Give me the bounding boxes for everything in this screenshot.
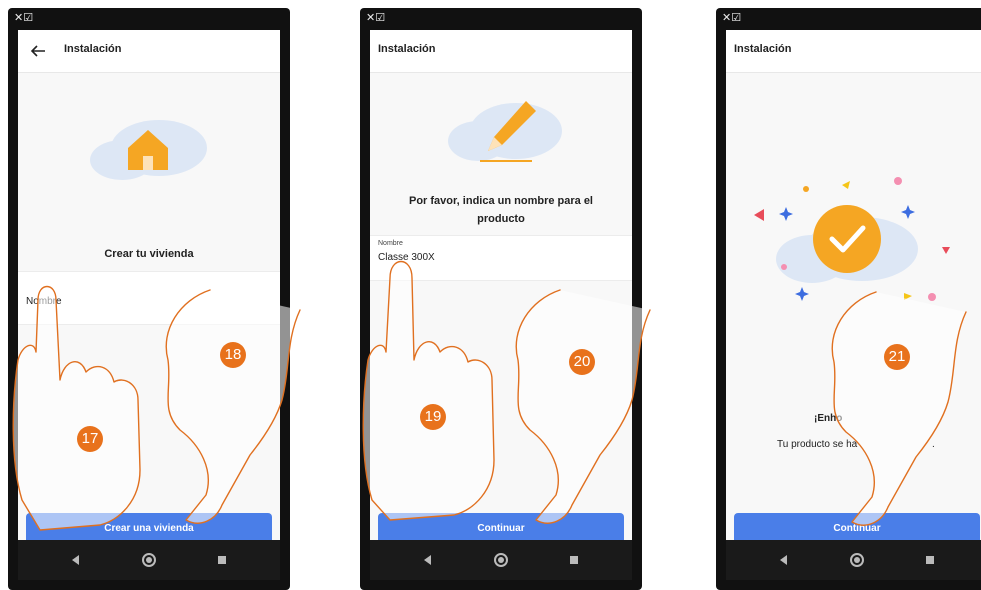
screen-body: Crear tu vivienda Nombre Crear una vivie… (18, 73, 280, 548)
home-circle-icon[interactable] (837, 540, 877, 580)
success-title: ¡Enho (814, 413, 843, 424)
back-triangle-icon[interactable] (408, 540, 448, 580)
android-nav-bar (726, 540, 981, 580)
name-field-label: Nombre (26, 296, 62, 307)
success-message-start: Tu producto se ha (777, 439, 858, 450)
phone-screen-1: ✕☑ Instalación Crear tu vivienda Nombre … (8, 8, 290, 590)
page-title: Instalación (64, 43, 122, 55)
status-icons: ✕☑ (722, 11, 742, 24)
back-triangle-icon[interactable] (764, 540, 804, 580)
step-badge: 17 (77, 426, 103, 452)
status-icons: ✕☑ (366, 11, 386, 24)
home-circle-icon[interactable] (129, 540, 169, 580)
app-screen: Instalación Crear tu vivienda Nombre Cre… (18, 30, 280, 548)
screen-body: Por favor, indica un nombre para el prod… (370, 73, 632, 548)
step-badge: 19 (420, 404, 446, 430)
status-bar: ✕☑ (360, 8, 642, 30)
app-header: Instalación (726, 30, 981, 73)
page-title: Instalación (378, 43, 436, 55)
android-nav-bar (18, 540, 280, 580)
success-confetti-illustration-icon (754, 177, 950, 301)
step-badge: 20 (569, 349, 595, 375)
phone-screen-2: ✕☑ Instalación Por favor, indica un nomb… (360, 8, 642, 590)
recents-square-icon[interactable] (554, 540, 594, 580)
page-title: Instalación (734, 43, 792, 55)
android-nav-bar (370, 540, 632, 580)
status-bar: ✕☑ (716, 8, 981, 30)
back-arrow-icon[interactable] (26, 39, 50, 63)
recents-square-icon[interactable] (202, 540, 242, 580)
back-triangle-icon[interactable] (56, 540, 96, 580)
pencil-illustration-icon (448, 101, 562, 162)
screen-heading-line2: producto (477, 213, 525, 225)
recents-square-icon[interactable] (910, 540, 950, 580)
house-illustration-icon (90, 120, 207, 180)
name-input-value: Classe 300X (378, 252, 435, 263)
screen-heading-line1: Por favor, indica un nombre para el (409, 195, 593, 207)
home-circle-icon[interactable] (481, 540, 521, 580)
name-field[interactable]: Nombre (18, 271, 280, 325)
app-header: Instalación (18, 30, 280, 73)
app-screen: Instalación Por favor, indica un nombre … (370, 30, 632, 548)
app-header: Instalación (370, 30, 632, 73)
app-screen: Instalación ¡Enho Tu producto se ha . Co… (726, 30, 981, 548)
name-input[interactable]: Nombre Classe 300X (370, 235, 632, 281)
status-icons: ✕☑ (14, 11, 34, 24)
status-bar: ✕☑ (8, 8, 290, 30)
step-badge: 21 (884, 344, 910, 370)
phone-screen-3: ✕☑ Instalación ¡Enho Tu producto se ha .… (716, 8, 981, 590)
screen-body: ¡Enho Tu producto se ha . Continuar (726, 73, 981, 548)
screen-heading: Crear tu vivienda (104, 248, 194, 260)
name-input-label: Nombre (378, 240, 403, 247)
success-message-end: . (932, 439, 935, 450)
step-badge: 18 (220, 342, 246, 368)
